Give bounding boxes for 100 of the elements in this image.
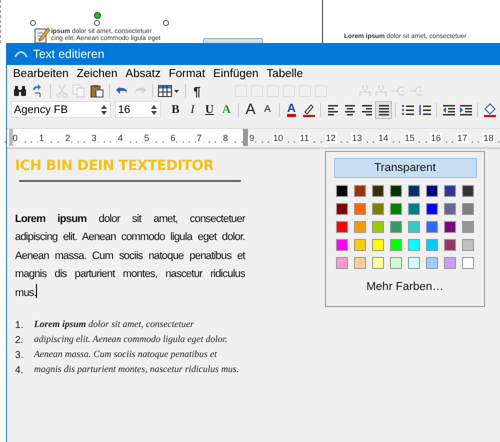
color-swatch[interactable]	[354, 185, 366, 197]
color-swatch[interactable]	[354, 257, 366, 269]
indent-marker[interactable]	[9, 129, 13, 146]
merge-cells-icon	[409, 85, 423, 97]
toolbar-button[interactable]	[375, 100, 392, 118]
color-swatch[interactable]	[462, 257, 474, 269]
table-icon	[158, 84, 180, 98]
color-swatch[interactable]	[390, 185, 402, 197]
list-item-text: Lorem ipsum dolor sit amet, consectetuer	[34, 319, 195, 332]
justify-icon	[378, 104, 390, 116]
list-number: 4.	[15, 364, 24, 378]
ruler-number: 3	[90, 133, 98, 143]
color-swatch[interactable]	[336, 257, 348, 269]
color-swatch[interactable]	[444, 203, 456, 215]
color-swatch[interactable]	[462, 239, 474, 251]
ruler-number: 12	[324, 133, 337, 143]
highlighter-icon	[302, 102, 316, 116]
margin-marker[interactable]	[243, 129, 248, 146]
indent-icon	[459, 104, 472, 116]
color-swatch[interactable]	[444, 239, 456, 251]
color-swatch[interactable]	[408, 185, 420, 197]
ruler-number: 10	[272, 133, 284, 143]
menu-item[interactable]: Einfügen	[209, 67, 263, 81]
color-swatch[interactable]	[444, 221, 456, 233]
ruler-number: 5	[143, 133, 150, 143]
color-swatch[interactable]	[408, 239, 420, 251]
menu-item[interactable]: Format	[164, 67, 210, 81]
spinner-arrows-icon[interactable]	[150, 104, 158, 114]
color-swatch[interactable]	[426, 221, 438, 233]
outdent-icon	[442, 104, 455, 116]
ruler-number: 11	[298, 133, 310, 143]
color-swatch[interactable]	[336, 239, 348, 251]
color-swatch[interactable]	[390, 203, 402, 215]
notepad-pencil-icon[interactable]	[34, 26, 50, 43]
color-swatch[interactable]	[426, 239, 438, 251]
color-swatch[interactable]	[390, 239, 402, 251]
color-swatch[interactable]	[426, 257, 438, 269]
rotate-handle[interactable]	[94, 12, 101, 19]
color-swatch[interactable]	[354, 239, 366, 251]
ruler-number: 15	[404, 133, 416, 143]
ruler-number: 16	[430, 133, 442, 143]
bold-button[interactable]: B	[167, 100, 184, 118]
color-swatch[interactable]	[462, 185, 474, 197]
color-swatch[interactable]	[408, 257, 420, 269]
ruler-number: 2	[64, 133, 72, 143]
size-combo[interactable]: 16	[115, 101, 161, 118]
color-swatch[interactable]	[372, 257, 384, 269]
color-swatch[interactable]	[444, 257, 456, 269]
menu-item[interactable]: Zeichen	[72, 67, 122, 81]
color-swatch[interactable]	[444, 185, 456, 197]
list-item-text: magnis dis parturient montes, nascetur ridiculus mus.	[34, 364, 240, 377]
color-swatch[interactable]	[426, 185, 438, 197]
font-combo[interactable]: Agency FB	[11, 101, 111, 118]
color-swatch[interactable]	[336, 185, 348, 197]
selection-handle[interactable]	[163, 20, 169, 26]
transparent-button[interactable]: Transparent	[334, 158, 476, 178]
color-swatch[interactable]	[372, 203, 384, 215]
toolbar-button[interactable]	[481, 100, 498, 118]
shrink-font-button[interactable]: A	[259, 100, 276, 118]
grow-font-button[interactable]: A	[242, 100, 259, 118]
selection-handle[interactable]	[94, 20, 100, 26]
menu-item[interactable]: Bearbeiten	[9, 67, 73, 81]
color-swatch[interactable]	[462, 221, 474, 233]
font-color-button[interactable]: A	[283, 100, 300, 118]
color-swatch[interactable]	[336, 221, 348, 233]
color-swatch[interactable]	[372, 185, 384, 197]
color-swatch[interactable]	[354, 221, 366, 233]
menu-item[interactable]: Tabelle	[262, 67, 307, 81]
align-left-icon	[326, 104, 338, 116]
color-swatch[interactable]	[372, 221, 384, 233]
color-swatch[interactable]	[426, 203, 438, 215]
underline-button[interactable]: U	[201, 100, 218, 118]
toolbar-button[interactable]	[88, 83, 106, 99]
color-swatch[interactable]	[354, 203, 366, 215]
color-swatch[interactable]	[390, 221, 402, 233]
list-item-text: Aenean massa. Cum sociis natoque penatibus et	[34, 349, 218, 362]
toolbar-button[interactable]	[11, 83, 29, 99]
color-swatch[interactable]	[372, 239, 384, 251]
spinner-arrows-icon[interactable]	[100, 104, 108, 114]
split-cells-icon	[375, 85, 387, 97]
list-number: 1.	[15, 319, 24, 333]
color-swatch[interactable]	[408, 203, 420, 215]
more-colors-button[interactable]: Mehr Farben…	[366, 281, 444, 293]
italic-button[interactable]: I	[184, 100, 201, 118]
color-swatch[interactable]	[462, 203, 474, 215]
color-swatch[interactable]	[390, 257, 402, 269]
binoculars-icon	[13, 85, 27, 97]
toolbar-button[interactable]	[156, 83, 182, 99]
pilcrow-button[interactable]: ¶	[189, 83, 205, 99]
menu-item[interactable]: Absatz	[122, 67, 165, 81]
paragraph: Lorem ipsum dolor sit amet, consectetuer adipiscing elit. Aenean commodo ligula eget dolor. Aenean massa. Cum sociis natoque penatibus et magnis dis parturient montes, nascetur ridiculus mus.	[15, 212, 245, 300]
copy-icon	[72, 84, 86, 98]
align-center-icon	[344, 104, 356, 116]
color-swatch[interactable]	[408, 221, 420, 233]
color-swatch[interactable]	[336, 203, 348, 215]
numbered-list-icon	[418, 104, 430, 116]
ruler-number: 17	[456, 133, 468, 143]
fill-bucket-icon	[482, 102, 496, 116]
clipboard-icon	[90, 84, 104, 98]
selection-handle[interactable]	[30, 20, 36, 26]
